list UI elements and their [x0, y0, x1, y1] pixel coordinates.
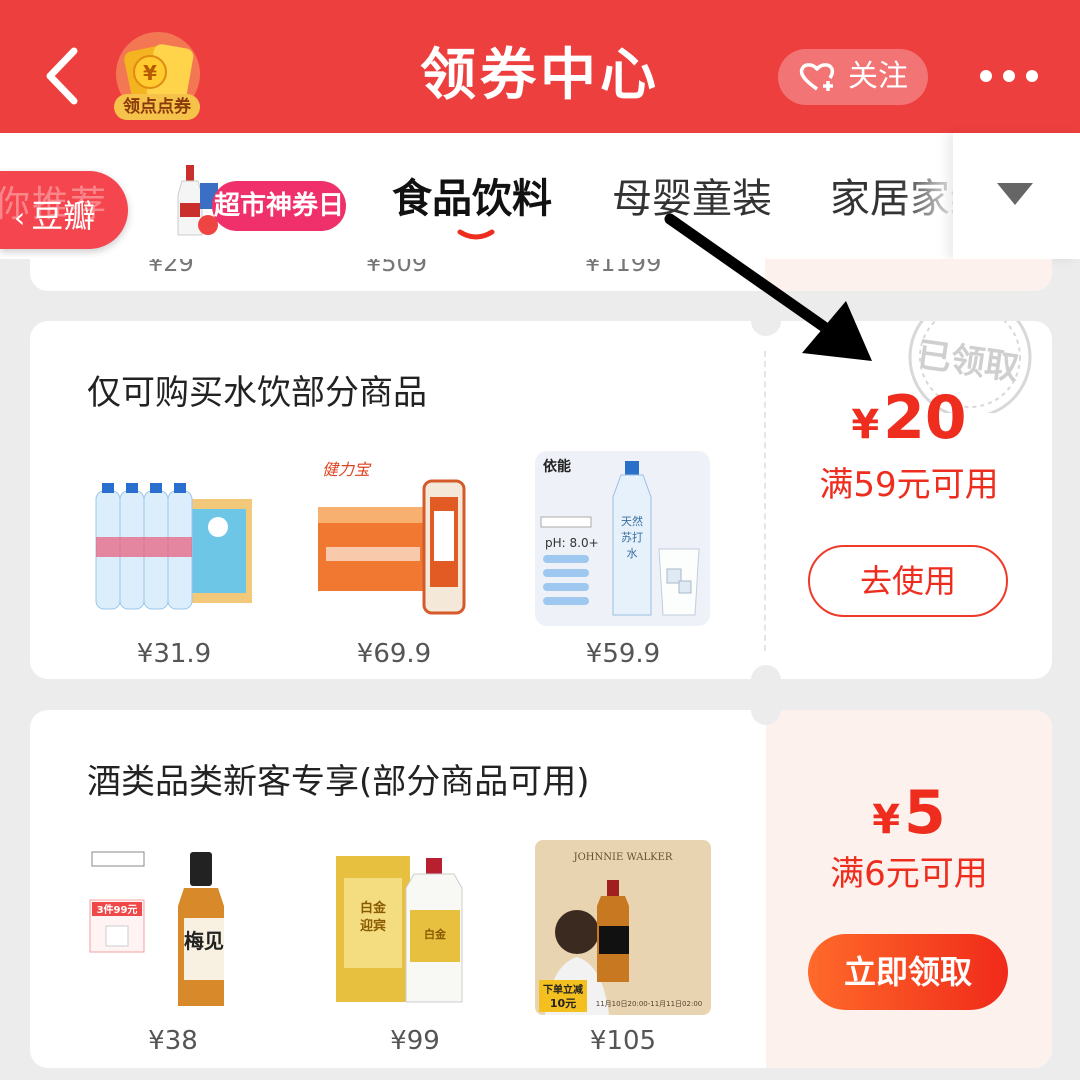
product-image-johnnie-walker[interactable]: JOHNNIE WALKER 下单立减 10元 11月10日20:00-11月1…: [535, 840, 711, 1015]
amount-number: 20: [883, 383, 967, 453]
promo-value: 10元: [550, 997, 576, 1010]
brand-logo-text: 健力宝: [322, 460, 372, 479]
svg-text:依能: 依能: [543, 458, 571, 475]
app-header: ¥ 领点点券 领券中心 关注: [0, 0, 1080, 133]
expand-categories-button[interactable]: [953, 133, 1080, 259]
heart-plus-icon: [799, 63, 835, 91]
supermarket-coupon-day-badge[interactable]: 超市神券日: [212, 181, 346, 231]
coupon-title: 酒类品类新客专享(部分商品可用): [87, 762, 590, 802]
caret-down-icon: [997, 183, 1033, 205]
recommend-label: 豆瓣: [31, 197, 96, 235]
back-arrow-icon[interactable]: [40, 45, 90, 107]
product-price: ¥29: [148, 259, 194, 277]
more-options-icon[interactable]: [978, 60, 1040, 94]
coupon-condition: 满6元可用: [830, 854, 988, 894]
product-price: ¥38: [148, 1026, 198, 1056]
claim-coupon-button[interactable]: 立即领取: [808, 934, 1008, 1010]
follow-label: 关注: [848, 59, 908, 94]
coupon-amount: ¥5: [766, 778, 1052, 848]
use-coupon-button[interactable]: 去使用: [808, 545, 1008, 617]
coupon-value-panel: 已领取 ¥20 满59元可用 去使用: [766, 321, 1052, 679]
tab-food-drinks[interactable]: 食品饮料: [392, 173, 552, 225]
follow-button[interactable]: 关注: [778, 49, 928, 105]
coupon-condition: 满59元可用: [819, 465, 999, 505]
product-brand-text: 梅见: [184, 929, 224, 953]
svg-text:天然: 天然: [621, 514, 643, 528]
promo-label: 下单立减: [543, 983, 583, 996]
svg-text:白金: 白金: [360, 900, 387, 916]
coupon-title: 仅可购买水饮部分商品: [87, 373, 427, 413]
product-price: ¥31.9: [136, 639, 212, 669]
currency-symbol: ¥: [872, 797, 901, 843]
amount-number: 5: [904, 778, 946, 848]
coupon-card: 仅可购买水饮部分商品 ¥31.9 健力宝 ¥69.9 依能 pH: 8.0+ 天…: [30, 321, 1052, 679]
svg-text:水: 水: [627, 547, 638, 560]
product-price: ¥69.9: [356, 639, 432, 669]
logo-label: 领点点券: [114, 94, 200, 120]
promo-date-text: 11月10日20:00-11月11日02:00: [596, 1000, 703, 1008]
category-tab-bar: 你推荐 ‹豆瓣 超市神券日 食品饮料 母婴童装 家居家纺: [0, 133, 1080, 259]
recommend-tab[interactable]: 你推荐 ‹ 豆瓣: [0, 171, 128, 249]
coupon-amount: ¥20: [766, 383, 1052, 453]
brand-text: JOHNNIE WALKER: [573, 852, 673, 863]
active-tab-indicator: [457, 229, 495, 240]
product-image-soda-water[interactable]: 依能 pH: 8.0+ 天然 苏打 水: [535, 451, 710, 626]
tab-maternal-baby[interactable]: 母婴童装: [612, 173, 772, 225]
svg-text:¥: ¥: [143, 61, 157, 85]
chevron-left-icon: ‹: [14, 201, 26, 234]
product-image-baijin-liquor[interactable]: 白金 迎宾 白金: [330, 838, 498, 1013]
claimed-stamp-text: 已领取: [915, 335, 1022, 389]
coupon-card: 酒类品类新客专享(部分商品可用) 3件99元 梅见 ¥38 白金 迎宾 白金 ¥…: [30, 710, 1052, 1068]
product-image-water[interactable]: [90, 451, 258, 626]
product-price: ¥59.9: [585, 639, 661, 669]
svg-text:白金: 白金: [424, 927, 447, 941]
product-image-jianlibao[interactable]: 健力宝: [310, 451, 478, 626]
product-price: ¥105: [589, 1026, 657, 1056]
product-price: ¥99: [390, 1026, 440, 1056]
product-price: ¥509: [366, 259, 428, 277]
product-image-plum-wine[interactable]: 3件99元 梅见: [88, 838, 256, 1013]
previous-coupon-card: ¥29 ¥509 ¥1199: [30, 259, 1052, 291]
product-price: ¥1199: [585, 259, 662, 277]
liquor-bottle-image: [160, 163, 220, 243]
svg-text:迎宾: 迎宾: [360, 918, 386, 934]
coupon-value-panel: ¥5 满6元可用 立即领取: [766, 710, 1052, 1068]
currency-symbol: ¥: [851, 402, 880, 448]
svg-text:pH: 8.0+: pH: 8.0+: [545, 536, 599, 550]
svg-text:苏打: 苏打: [621, 530, 643, 544]
promo-tag: 3件99元: [97, 903, 138, 916]
